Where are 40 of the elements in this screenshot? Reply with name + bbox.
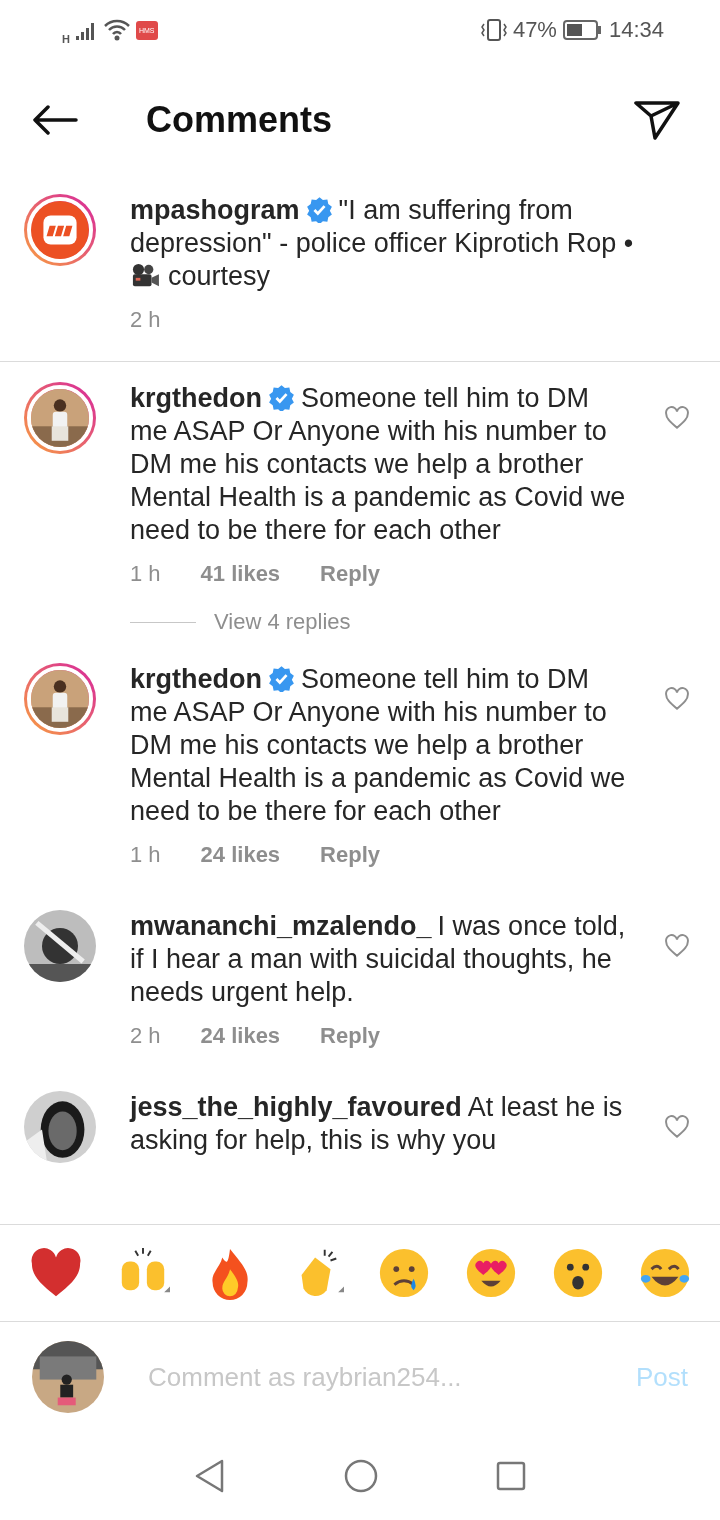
reply-link[interactable]: Reply [320,561,381,587]
username-link[interactable]: krgthedon [130,664,262,694]
timestamp: 1 h [130,842,161,868]
recents-nav-icon[interactable] [496,1461,526,1491]
movie-camera-icon [130,263,160,289]
battery-icon [562,20,603,40]
comment-text: krgthedon Someone tell him to DM me ASAP Or Anyone with his number to DM me his contacts we help a brother Mental Health is a pandemic as Covid we need to be there for each other [130,382,627,547]
username-link[interactable]: jess_the_highly_favoured [130,1092,462,1122]
timestamp: 1 h [130,561,161,587]
like-heart-icon[interactable] [664,1115,690,1139]
reply-link[interactable]: Reply [320,842,381,868]
username-link[interactable]: mpashogram [130,195,300,225]
reply-link[interactable]: Reply [320,1023,381,1049]
comment-text: jess_the_highly_favoured At least he is asking for help, this is why you [130,1091,624,1157]
send-icon[interactable] [634,100,680,140]
page-title: Comments [146,99,334,141]
wifi-icon [103,19,130,41]
like-count[interactable]: 41 likes [200,561,281,587]
comment-text: mwananchi_mzalendo_ I was once told, if I hear a man with suicidal thoughts, he needs urgent help. [130,910,627,1009]
like-count[interactable]: 24 likes [200,1023,281,1049]
home-nav-icon[interactable] [344,1459,378,1493]
view-replies-link[interactable]: View 4 replies [214,609,351,635]
network-type: H [62,33,70,45]
comment-text: krgthedon Someone tell him to DM me ASAP Or Anyone with his number to DM me his contacts we help a brother Mental Health is a pandemic as Covid we need to be there for each other [130,663,627,828]
logo-icon [27,197,93,263]
like-heart-icon[interactable] [664,687,690,711]
back-nav-icon[interactable] [194,1459,226,1493]
like-count[interactable]: 24 likes [200,842,281,868]
caption-text: mpashogram "I am suffering from depression" - police officer Kiprotich Rop • courtesy [130,194,635,293]
timestamp: 2 h [130,1023,161,1049]
back-arrow-icon[interactable] [32,105,78,135]
like-heart-icon[interactable] [664,934,690,958]
username-link[interactable]: krgthedon [130,383,262,413]
timestamp: 2 h [130,307,161,333]
comment-field[interactable]: Comment as raybrian254... [146,1360,616,1394]
vibrate-icon [480,18,507,42]
battery-percent: 47% [512,17,557,43]
clock: 14:34 [608,17,664,43]
like-heart-icon[interactable] [664,406,690,430]
username-link[interactable]: mwananchi_mzalendo_ [130,911,432,941]
